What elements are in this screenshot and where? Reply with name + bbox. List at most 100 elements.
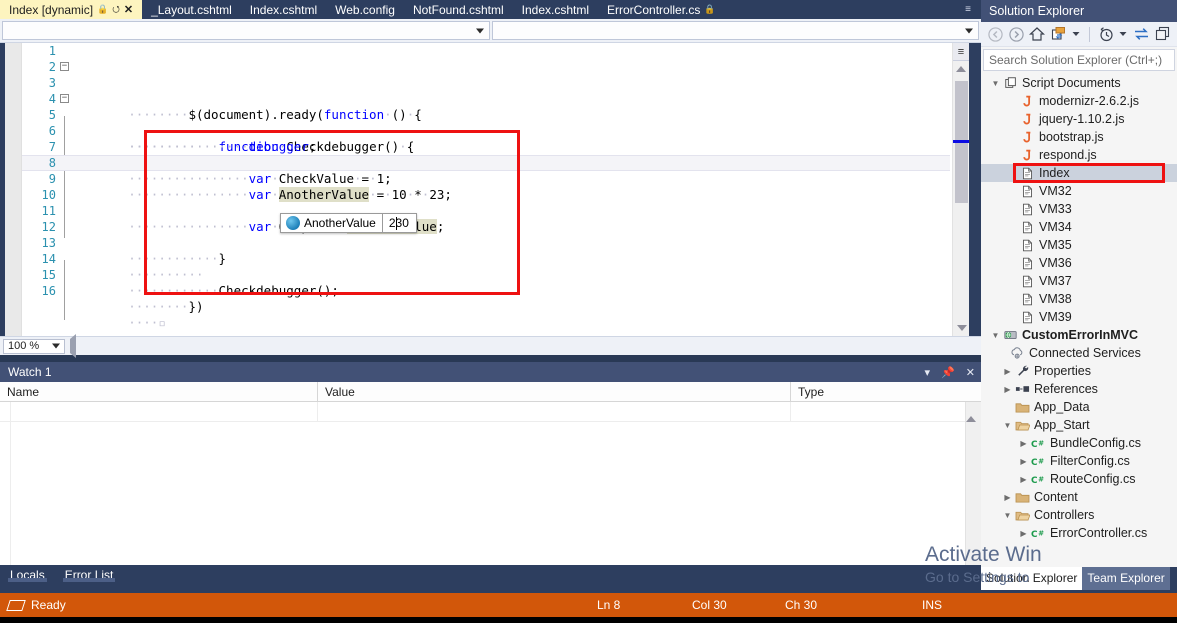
tree-item-vm33[interactable]: VM33 (981, 200, 1177, 218)
close-icon[interactable]: ✕ (124, 3, 133, 16)
watch-column-name[interactable]: Name (0, 382, 318, 402)
breakpoint-margin[interactable] (5, 43, 22, 336)
tab-overflow-button[interactable]: ≡ (958, 0, 978, 19)
tree-item-bundleconfig-cs[interactable]: ▶ C# BundleConfig.cs (981, 434, 1177, 452)
code-text-area[interactable]: 1 2 − ········$(document).ready(function… (22, 43, 950, 336)
expander-collapsed-icon[interactable]: ▶ (1001, 367, 1014, 376)
code-line[interactable]: 9 (22, 171, 950, 187)
tree-item-modernizr-js[interactable]: modernizr-2.6.2.js (981, 92, 1177, 110)
solution-explorer-tree[interactable]: ▼ Script Documents modernizr-2.6.2.js jq… (981, 74, 1177, 567)
watch-vertical-scrollbar[interactable] (965, 402, 981, 585)
editor-tab-errorcontroller-cs[interactable]: ErrorController.cs 🔒 (598, 0, 725, 19)
code-line[interactable]: 16 ····▫ (22, 283, 950, 299)
code-line[interactable]: 6 ················console.log("Function·… (22, 123, 950, 139)
code-line[interactable]: 11 (22, 203, 950, 219)
split-view-button[interactable]: ≡ (953, 43, 969, 61)
expander-expanded-icon[interactable]: ▼ (1001, 511, 1014, 520)
tree-item-jquery-js[interactable]: jquery-1.10.2.js (981, 110, 1177, 128)
watch-column-value[interactable]: Value (318, 382, 791, 402)
caret-down-icon[interactable]: ▾ (925, 366, 931, 379)
dock-tab-locals[interactable]: Locals (0, 565, 55, 582)
toolbar-dropdown-icon[interactable] (1072, 25, 1081, 43)
tree-item-vm32[interactable]: VM32 (981, 182, 1177, 200)
scroll-down-button[interactable] (953, 320, 970, 336)
pending-changes-icon[interactable] (1098, 25, 1114, 43)
code-line[interactable]: 10 ················var·Output·=·AnotherV… (22, 187, 950, 203)
expander-collapsed-icon[interactable]: ▶ (1017, 475, 1030, 484)
search-solution-explorer-input[interactable]: Search Solution Explorer (Ctrl+;) (983, 49, 1175, 71)
footer-tab-team-explorer[interactable]: Team Explorer (1082, 567, 1169, 590)
scroll-up-button[interactable] (953, 61, 969, 77)
editor-tab-index-cshtml-2[interactable]: Index.cshtml (513, 0, 598, 19)
home-icon[interactable] (1029, 25, 1045, 43)
tree-item-index[interactable]: Index (981, 164, 1177, 182)
watch-column-type[interactable]: Type (791, 382, 981, 402)
code-line[interactable]: 4 − ············function·Checkdebugger()… (22, 91, 950, 107)
expander-collapsed-icon[interactable]: ▶ (1001, 385, 1014, 394)
expander-expanded-icon[interactable]: ▼ (989, 331, 1002, 340)
tree-item-filterconfig-cs[interactable]: ▶ C# FilterConfig.cs (981, 452, 1177, 470)
tree-item-vm36[interactable]: VM36 (981, 254, 1177, 272)
debugger-datatip[interactable]: AnotherValue 230 (280, 213, 417, 233)
tree-item-app-start[interactable]: ▼ App_Start (981, 416, 1177, 434)
tree-item-properties[interactable]: ▶ Properties (981, 362, 1177, 380)
dock-tab-error-list[interactable]: Error List (55, 565, 124, 582)
sync-with-active-document-icon[interactable] (1051, 25, 1067, 43)
expander-collapsed-icon[interactable]: ▶ (1001, 493, 1014, 502)
code-editor[interactable]: 1 2 − ········$(document).ready(function… (0, 43, 981, 336)
editor-tab-index-dynamic[interactable]: Index [dynamic] 🔒 ⭯ ✕ (0, 0, 142, 19)
expander-expanded-icon[interactable]: ▼ (989, 79, 1002, 88)
tree-item-connected-services[interactable]: Connected Services (981, 344, 1177, 362)
fold-minus-icon[interactable]: − (60, 62, 69, 71)
tree-item-app-data[interactable]: App_Data (981, 398, 1177, 416)
tree-item-content[interactable]: ▶ Content (981, 488, 1177, 506)
member-dropdown[interactable] (492, 21, 979, 40)
datatip-value-field[interactable]: 230 (382, 214, 416, 232)
tree-item-vm39[interactable]: VM39 (981, 308, 1177, 326)
code-line[interactable]: 3 (22, 75, 950, 91)
editor-tab-web-config[interactable]: Web.config (326, 0, 404, 19)
tree-item-references[interactable]: ▶ References (981, 380, 1177, 398)
forward-arrow-icon[interactable] (1008, 25, 1024, 43)
type-dropdown[interactable] (2, 21, 490, 40)
tree-item-customerrorinmvc-project[interactable]: ▼ CustomErrorInMVC (981, 326, 1177, 344)
editor-vertical-scrollbar[interactable]: ≡ (952, 43, 969, 336)
code-line[interactable]: 14 ············Checkdebugger(); (22, 251, 950, 267)
tree-item-errorcontroller-cs[interactable]: ▶ C# ErrorController.cs (981, 524, 1177, 542)
code-line-current[interactable]: 8 ················var·AnotherValue·=·10·… (22, 155, 950, 171)
editor-tab-layout-cshtml[interactable]: _Layout.cshtml (142, 0, 241, 19)
scroll-left-button[interactable] (70, 339, 76, 353)
zoom-level-dropdown[interactable]: 100 % (3, 339, 65, 354)
tree-item-routeconfig-cs[interactable]: ▶ C# RouteConfig.cs (981, 470, 1177, 488)
expander-collapsed-icon[interactable]: ▶ (1017, 439, 1030, 448)
tree-item-vm35[interactable]: VM35 (981, 236, 1177, 254)
tree-item-vm38[interactable]: VM38 (981, 290, 1177, 308)
tree-item-bootstrap-js[interactable]: bootstrap.js (981, 128, 1177, 146)
code-line[interactable]: 13 ·········· (22, 235, 950, 251)
watch-rows-area[interactable] (0, 402, 981, 585)
footer-tab-solution-explorer[interactable]: Solution Explorer (981, 567, 1082, 590)
code-line[interactable]: 7 ················var·CheckValue·=·1; (22, 139, 950, 155)
expander-expanded-icon[interactable]: ▼ (1001, 421, 1014, 430)
tree-item-respond-js[interactable]: respond.js (981, 146, 1177, 164)
code-line[interactable]: 2 − ········$(document).ready(function·(… (22, 59, 950, 75)
tree-item-controllers[interactable]: ▼ Controllers (981, 506, 1177, 524)
expander-collapsed-icon[interactable]: ▶ (1017, 457, 1030, 466)
refresh-icon[interactable] (1133, 25, 1150, 43)
code-line[interactable]: 1 (22, 43, 950, 59)
back-arrow-icon[interactable] (987, 25, 1003, 43)
editor-tab-index-cshtml-1[interactable]: Index.cshtml (241, 0, 326, 19)
tree-item-vm34[interactable]: VM34 (981, 218, 1177, 236)
code-line[interactable]: 15 ········}) (22, 267, 950, 283)
pending-changes-dropdown-icon[interactable] (1119, 25, 1128, 43)
watch-empty-row[interactable] (0, 402, 981, 422)
code-line[interactable]: 5 ················debugger; (22, 107, 950, 123)
scroll-up-button[interactable] (966, 402, 981, 416)
pin-icon[interactable]: 📌 (941, 366, 955, 379)
editor-tab-notfound-cshtml[interactable]: NotFound.cshtml (404, 0, 513, 19)
tree-item-script-documents[interactable]: ▼ Script Documents (981, 74, 1177, 92)
close-icon[interactable]: ✕ (966, 366, 975, 379)
code-line[interactable]: 12 ············} (22, 219, 950, 235)
pin-icon[interactable]: ⭯ (112, 5, 120, 14)
collapse-all-icon[interactable] (1155, 25, 1171, 43)
